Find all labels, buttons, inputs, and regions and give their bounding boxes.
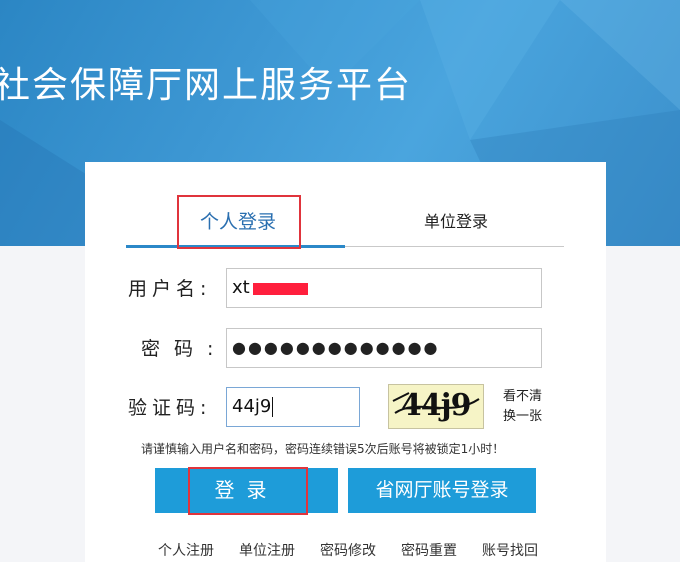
refresh-captcha-link[interactable]: 看不清 换一张 [503, 387, 547, 427]
captcha-text: 44j9 [401, 388, 471, 423]
captcha-value: 44j9 [232, 396, 272, 417]
redaction-mark [253, 283, 308, 295]
highlight-box-tab [177, 195, 301, 249]
refresh-line-2: 换一张 [503, 409, 543, 424]
link-recover-account[interactable]: 账号找回 [482, 540, 538, 560]
footer-links: 个人注册 单位注册 密码修改 密码重置 账号找回 [85, 540, 606, 560]
password-mask: ●●●●●●●●●●●●● [232, 338, 440, 357]
captcha-label: 验证码: [128, 397, 212, 419]
password-field[interactable]: ●●●●●●●●●●●●● [226, 328, 542, 368]
login-card: 个人登录 单位登录 用户名: xt 密码: ●●●●●●●●●●●●● 验证码:… [85, 162, 606, 562]
link-reset-password[interactable]: 密码重置 [401, 540, 457, 560]
username-label: 用户名: [128, 278, 212, 300]
captcha-image[interactable]: 44j9 [388, 384, 484, 429]
lockout-notice: 请谨慎输入用户名和密码，密码连续错误5次后账号将被锁定1小时！ [141, 442, 505, 456]
refresh-line-1: 看不清 [503, 389, 543, 404]
password-label: 密码: [141, 338, 228, 360]
username-value: xt [232, 277, 250, 298]
tab-unit-login[interactable]: 单位登录 [386, 202, 526, 242]
site-title: 社会保障厅网上服务平台 [0, 65, 413, 106]
link-personal-register[interactable]: 个人注册 [158, 540, 214, 560]
captcha-field[interactable]: 44j9 [226, 387, 360, 427]
province-login-button[interactable]: 省网厅账号登录 [348, 468, 536, 513]
link-change-password[interactable]: 密码修改 [320, 540, 376, 560]
link-unit-register[interactable]: 单位注册 [239, 540, 295, 560]
highlight-box-login [188, 467, 308, 515]
